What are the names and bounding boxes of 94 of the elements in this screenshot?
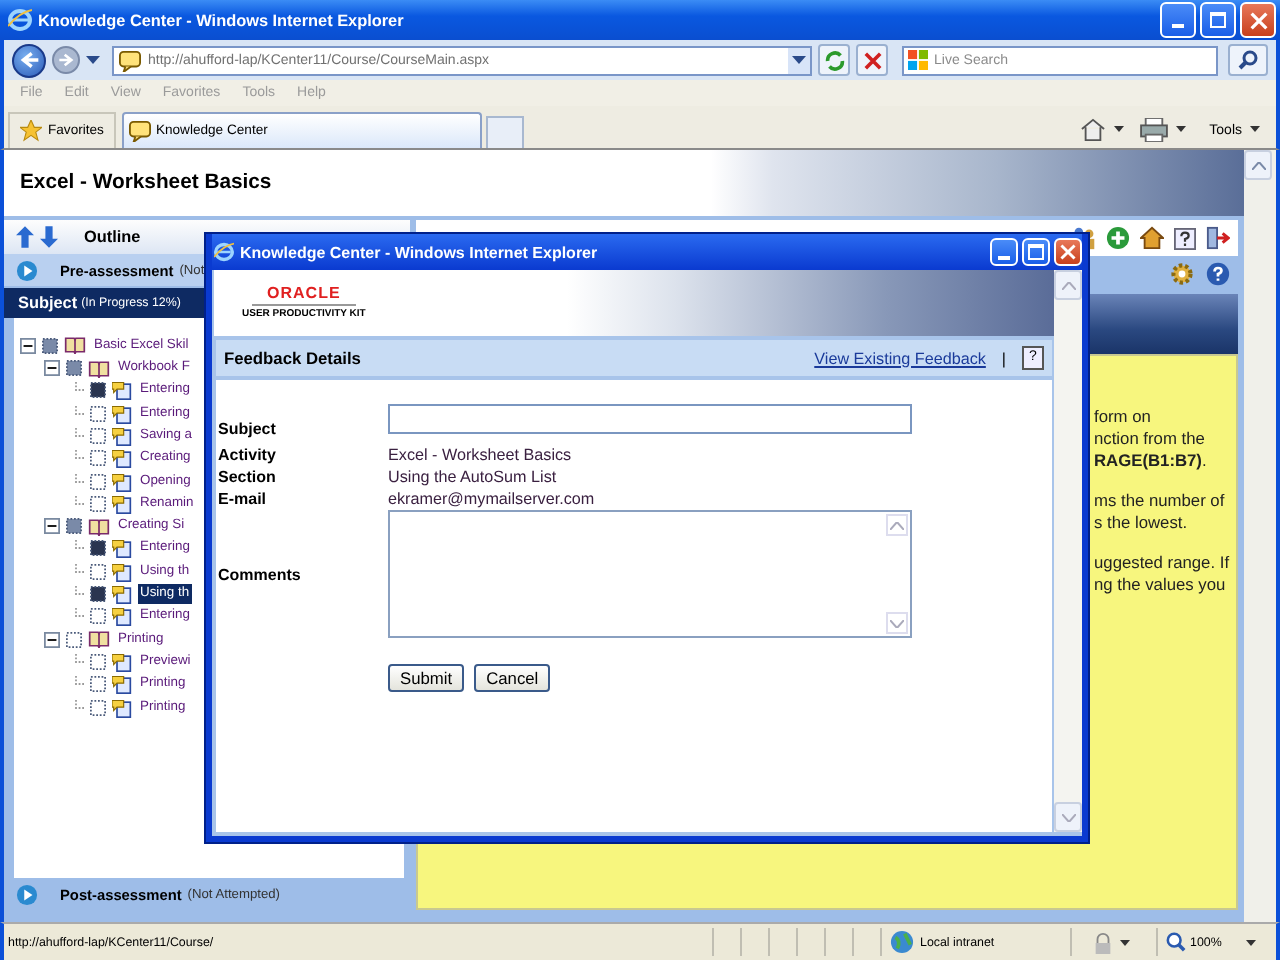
topic-icon xyxy=(112,425,132,446)
topic-icon xyxy=(112,403,132,424)
forward-button[interactable] xyxy=(52,46,80,74)
maximize-button[interactable] xyxy=(1022,238,1050,266)
topic-icon xyxy=(112,584,132,605)
home-icon[interactable] xyxy=(1079,118,1106,142)
caret-icon[interactable] xyxy=(1250,126,1260,132)
globe-icon xyxy=(890,930,914,954)
content-text: nction from the xyxy=(1094,428,1207,450)
topic-icon xyxy=(112,674,132,695)
topic-icon xyxy=(112,561,132,582)
section-title: Feedback Details xyxy=(224,348,361,368)
gear-icon[interactable] xyxy=(1170,262,1194,286)
separator: | xyxy=(1001,349,1006,367)
field-label: Section xyxy=(218,466,278,488)
caret-icon[interactable] xyxy=(1113,126,1124,132)
back-arrow-icon[interactable] xyxy=(19,50,39,70)
logo-text: ORACLE xyxy=(251,284,357,306)
book-icon xyxy=(64,336,86,355)
stop-button[interactable] xyxy=(856,44,888,76)
book-icon xyxy=(88,630,110,649)
content-text: ms the number of xyxy=(1094,490,1227,512)
topic-icon xyxy=(112,606,132,627)
back-button[interactable] xyxy=(12,43,46,77)
scroll-up-button[interactable] xyxy=(1244,150,1272,180)
cancel-button[interactable]: Cancel xyxy=(474,664,551,692)
help-icon[interactable] xyxy=(1206,262,1230,286)
page-title: Excel - Worksheet Basics xyxy=(20,172,272,194)
field-label: Activity xyxy=(218,444,278,466)
caret-icon[interactable] xyxy=(86,56,100,64)
star-icon[interactable] xyxy=(20,120,42,142)
dialog-title: Knowledge Center - Windows Internet Explorer xyxy=(240,243,598,261)
maximize-button[interactable] xyxy=(1200,2,1236,38)
submit-button[interactable]: Submit xyxy=(388,664,465,692)
down-arrow-icon[interactable] xyxy=(40,226,58,249)
play-icon[interactable] xyxy=(16,883,38,906)
home-icon[interactable] xyxy=(1140,226,1164,250)
help-icon[interactable] xyxy=(1174,227,1196,249)
print-icon[interactable] xyxy=(1139,118,1168,142)
collapse-icon[interactable] xyxy=(20,337,36,354)
caret-icon[interactable] xyxy=(1120,939,1130,945)
minimize-button[interactable] xyxy=(990,238,1018,266)
field-value: Excel - Worksheet Basics xyxy=(388,444,574,466)
window-title: Knowledge Center - Windows Internet Explorer xyxy=(38,11,404,29)
field-label: Subject xyxy=(218,417,278,439)
caret-icon[interactable] xyxy=(1245,939,1256,945)
collapse-icon[interactable] xyxy=(44,631,60,648)
topic-icon xyxy=(112,697,132,718)
play-icon[interactable] xyxy=(16,259,38,282)
speech-bubble-icon xyxy=(118,49,142,71)
scrollbar[interactable] xyxy=(1244,150,1276,922)
add-icon[interactable] xyxy=(1106,226,1130,250)
browser-logo-icon xyxy=(8,8,32,32)
topic-icon xyxy=(112,651,132,672)
speech-bubble-icon xyxy=(127,120,152,142)
view-feedback-link[interactable]: View Existing Feedback xyxy=(814,349,986,367)
book-icon xyxy=(88,359,110,378)
content-text: RAGE(B1:B7). xyxy=(1094,450,1209,472)
search-icon[interactable] xyxy=(1238,50,1258,70)
close-icon[interactable] xyxy=(1060,244,1076,260)
topic-icon xyxy=(112,380,132,401)
topic-icon xyxy=(112,538,132,559)
content-text: ng the values you xyxy=(1094,574,1228,596)
minimize-button[interactable] xyxy=(1160,2,1196,38)
content-text: form on xyxy=(1094,406,1153,428)
zoom-icon[interactable] xyxy=(1166,932,1186,952)
search-button[interactable] xyxy=(1228,44,1268,76)
subject-label: Subject xyxy=(18,293,78,312)
browser-logo-icon xyxy=(214,242,234,262)
topic-icon xyxy=(112,493,132,514)
close-button[interactable] xyxy=(1054,238,1082,266)
field-value: ekramer@mymailserver.com xyxy=(388,488,597,510)
stop-icon[interactable] xyxy=(863,51,881,69)
exit-icon[interactable] xyxy=(1206,226,1230,250)
caret-icon[interactable] xyxy=(792,56,806,64)
caret-icon[interactable] xyxy=(1175,126,1186,132)
field-label: Comments xyxy=(218,563,303,585)
book-icon xyxy=(88,517,110,536)
up-caret-icon[interactable] xyxy=(1251,161,1265,169)
collapse-icon[interactable] xyxy=(44,360,60,377)
up-arrow-icon[interactable] xyxy=(16,226,34,249)
topic-icon xyxy=(112,448,132,469)
outline-label: Outline xyxy=(84,228,141,247)
field-value: Using the AutoSum List xyxy=(388,466,559,488)
close-icon[interactable] xyxy=(1249,11,1267,29)
content-text: uggested range. If xyxy=(1094,552,1232,574)
collapse-icon[interactable] xyxy=(44,518,60,535)
subject-field[interactable] xyxy=(388,404,912,434)
topic-icon xyxy=(112,471,132,492)
close-button[interactable] xyxy=(1240,2,1276,38)
address-dropdown-button[interactable] xyxy=(788,47,810,73)
windows-flag-icon xyxy=(908,50,928,70)
content-text: s the lowest. xyxy=(1094,512,1190,534)
field-label: E-mail xyxy=(218,488,269,510)
